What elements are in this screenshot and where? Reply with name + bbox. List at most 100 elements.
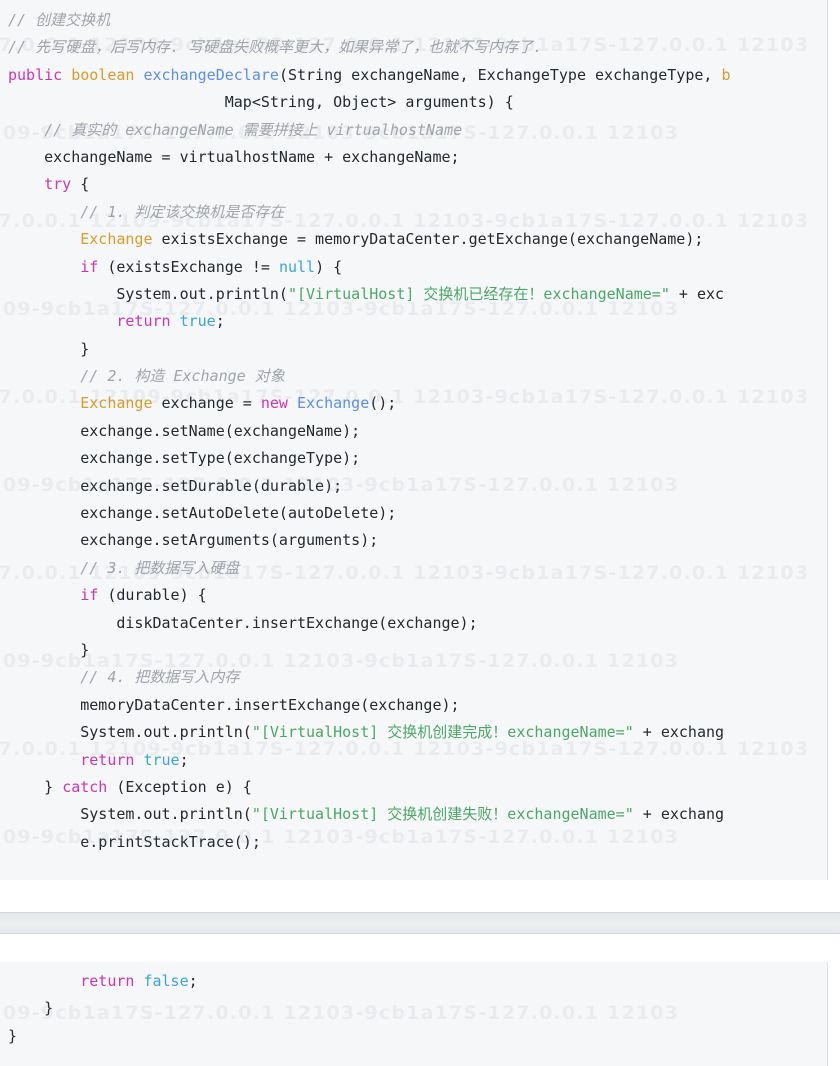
code-token-plain: (existsExchange !=: [98, 257, 279, 276]
code-token-keyword: new: [260, 394, 288, 413]
code-line: memoryDataCenter.insertExchange(exchange…: [0, 692, 827, 719]
code-token-plain: System.out.println(: [8, 723, 252, 742]
code-line: exchange.setName(exchangeName);: [0, 418, 827, 445]
code-line: try {: [0, 171, 827, 198]
code-line: }: [0, 637, 827, 664]
code-token-comment: // 先写硬盘，后写内存. 写硬盘失败概率更大，如果异常了，也就不写内存了.: [8, 38, 543, 57]
code-line: if (durable) {: [0, 582, 827, 609]
code-token-comment: // 创建交换机: [8, 11, 111, 29]
code-token-plain: {: [71, 175, 90, 194]
code-block-top[interactable]: // 创建交换机 // 先写硬盘，后写内存. 写硬盘失败概率更大，如果异常了，也就…: [0, 0, 828, 880]
code-line: Exchange existsExchange = memoryDataCent…: [0, 226, 827, 253]
code-line: Map<String, Object> arguments) {: [0, 89, 827, 116]
code-token-plain: }: [8, 999, 54, 1018]
code-token-plain: + exchang: [633, 723, 725, 742]
code-token-literal: null: [278, 257, 316, 276]
code-line: }: [0, 336, 827, 363]
code-line: System.out.println("[VirtualHost] 交换机创建完…: [0, 719, 827, 746]
code-token-literal: true: [143, 750, 180, 769]
code-line: diskDataCenter.insertExchange(exchange);: [0, 610, 827, 637]
code-line: return true;: [0, 747, 827, 774]
code-token-plain: memoryDataCenter.insertExchange(exchange…: [8, 695, 460, 714]
section-divider: [0, 912, 840, 934]
code-snippet-page: 127.0.0.1 12109-9cb1a17S-127.0.0.1 12103…: [0, 0, 840, 1066]
code-line: e.printStackTrace();: [0, 829, 827, 856]
code-token-comment: // 4. 把数据写入内存: [8, 668, 240, 687]
code-token-plain: }: [8, 339, 90, 358]
code-token-plain: + exc: [669, 284, 725, 303]
code-token-plain: exchange.setDurable(durable);: [8, 476, 343, 495]
code-token-plain: exchange.setAutoDelete(autoDelete);: [8, 504, 397, 523]
code-line: // 真实的 exchangeName 需要拼接上 virtualhostNam…: [0, 117, 827, 144]
code-token-plain: ;: [215, 312, 225, 331]
code-token-keyword: if: [80, 586, 99, 605]
code-token-plain: exchange.setName(exchangeName);: [8, 421, 361, 440]
code-line: Exchange exchange = new Exchange();: [0, 390, 827, 417]
code-token-comment: // 1. 判定该交换机是否存在: [8, 202, 285, 221]
code-token-comment: // 2. 构造 Exchange 对象: [8, 367, 285, 386]
code-line: exchange.setType(exchangeType);: [0, 445, 827, 472]
code-line: // 4. 把数据写入内存: [0, 664, 827, 691]
code-token-string: "[VirtualHost] 交换机创建失败！exchangeName=": [251, 805, 634, 824]
code-token-literal: true: [179, 312, 216, 331]
code-token-comment: // 3. 把数据写入硬盘: [8, 558, 240, 577]
code-token-plain: existsExchange = memoryDataCenter.getExc…: [152, 230, 704, 249]
code-line: // 3. 把数据写入硬盘: [0, 555, 827, 582]
code-line: exchange.setAutoDelete(autoDelete);: [0, 500, 827, 527]
code-token-type: b: [721, 65, 731, 84]
code-token-keyword: return: [116, 312, 171, 331]
code-line: // 2. 构造 Exchange 对象: [0, 363, 827, 390]
code-token-plain: ;: [179, 750, 189, 769]
code-token-type: Exchange: [80, 394, 153, 413]
code-token-plain: (durable) {: [98, 586, 207, 605]
code-token-plain: (String exchangeName, ExchangeType excha…: [278, 65, 722, 84]
code-line: // 创建交换机: [0, 7, 827, 34]
code-token-plain: exchange.setArguments(arguments);: [8, 531, 379, 550]
code-token-plain: exchange.setType(exchangeType);: [8, 449, 361, 468]
code-line: // 1. 判定该交换机是否存在: [0, 199, 827, 226]
code-token-plain: + exchang: [633, 805, 725, 824]
code-lines-bottom: return false; }}: [0, 962, 827, 1050]
code-line: System.out.println("[VirtualHost] 交换机创建失…: [0, 801, 827, 828]
code-token-func: Exchange: [297, 394, 370, 413]
code-token-plain: ;: [188, 972, 198, 990]
code-token-plain: diskDataCenter.insertExchange(exchange);: [8, 613, 478, 632]
code-line: }: [0, 995, 827, 1022]
code-token-plain: e.printStackTrace();: [8, 832, 261, 851]
code-token-plain: ();: [369, 394, 397, 413]
code-token-plain: exchangeName = virtualhostName + exchang…: [8, 147, 460, 166]
code-token-keyword: catch: [62, 777, 108, 796]
code-line: exchangeName = virtualhostName + exchang…: [0, 144, 827, 171]
code-token-plain: exchange =: [152, 394, 261, 413]
code-line: System.out.println("[VirtualHost] 交换机已经存…: [0, 281, 827, 308]
code-token-plain: }: [8, 777, 63, 796]
code-token-plain: }: [8, 640, 90, 659]
code-line: return true;: [0, 308, 827, 335]
code-lines-top: // 创建交换机 // 先写硬盘，后写内存. 写硬盘失败概率更大，如果异常了，也就…: [0, 0, 827, 856]
code-token-plain: System.out.println(: [8, 284, 288, 303]
code-token-type: Exchange: [80, 230, 153, 249]
code-token-keyword: try: [44, 175, 72, 194]
code-token-type: boolean: [71, 65, 135, 84]
code-token-plain: (Exception e) {: [107, 777, 252, 796]
code-line: exchange.setDurable(durable);: [0, 473, 827, 500]
code-line: // 先写硬盘，后写内存. 写硬盘失败概率更大，如果异常了，也就不写内存了.: [0, 34, 827, 61]
code-block-bottom[interactable]: return false; }}: [0, 962, 828, 1066]
code-token-keyword: public: [8, 65, 63, 84]
code-token-plain: }: [8, 1026, 18, 1045]
code-token-func: exchangeDeclare: [143, 65, 279, 84]
code-token-plain: System.out.println(: [8, 805, 252, 824]
code-line: if (existsExchange != null) {: [0, 254, 827, 281]
code-line: exchange.setArguments(arguments);: [0, 527, 827, 554]
code-line: public boolean exchangeDeclare(String ex…: [0, 62, 827, 89]
